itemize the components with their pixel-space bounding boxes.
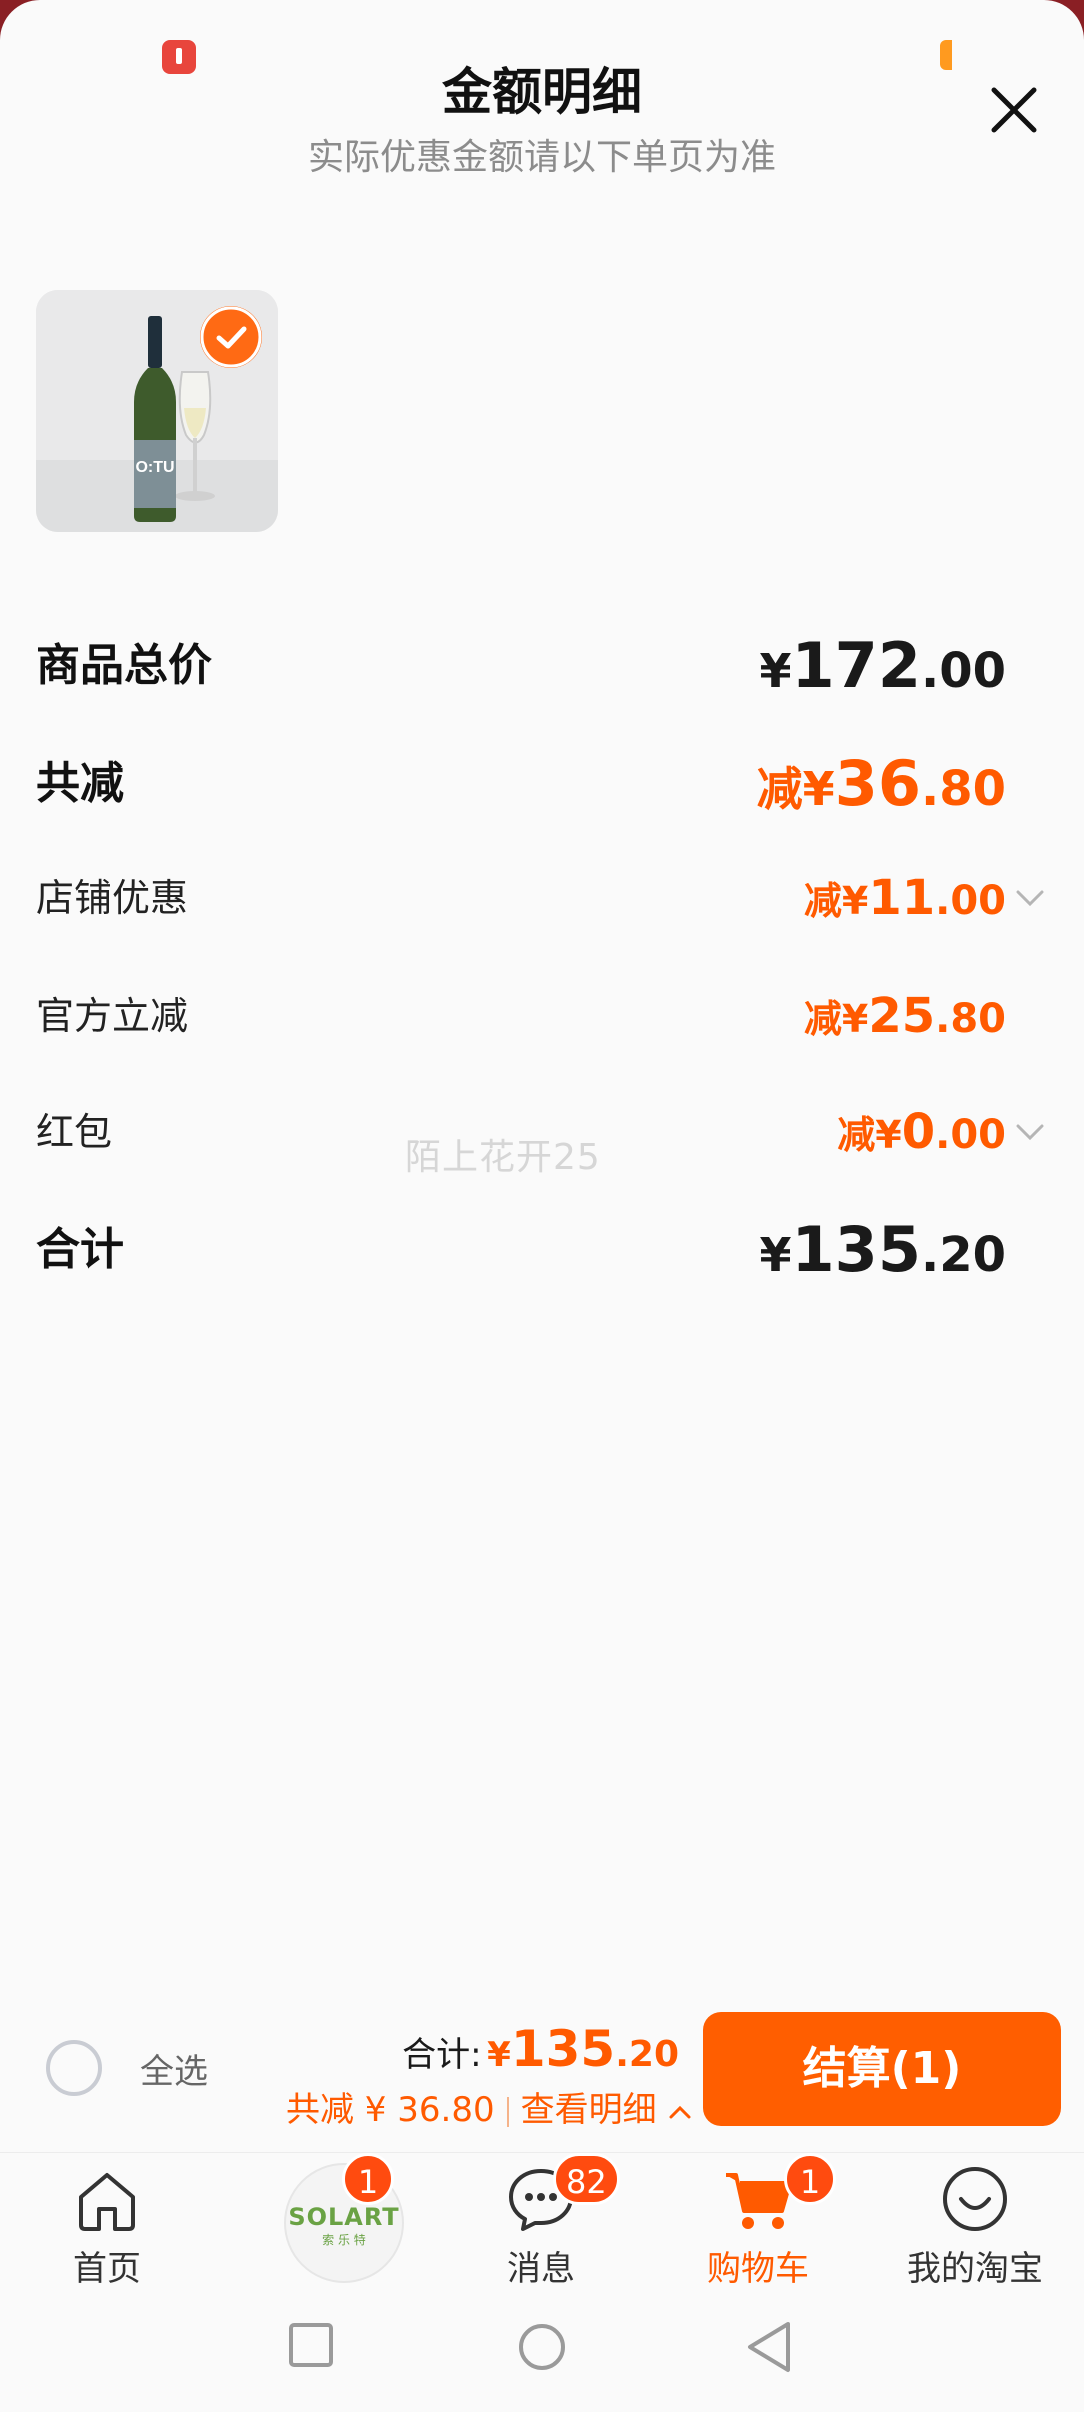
total-price-amount: ¥172.00 bbox=[759, 629, 1006, 702]
close-icon[interactable] bbox=[986, 82, 1042, 138]
total-price-label: 商品总价 bbox=[36, 640, 212, 691]
solart-logo-text: SOLART bbox=[288, 2203, 400, 2231]
select-all-radio[interactable] bbox=[46, 2040, 102, 2096]
total-discount-amount: 减¥36.80 bbox=[756, 747, 1006, 820]
tab-cart[interactable]: 1 购物车 bbox=[658, 2153, 858, 2293]
sum-amount: ¥135.20 bbox=[759, 1213, 1006, 1286]
bar-saving[interactable]: 共减 ¥ 36.80 查看明细 bbox=[286, 2082, 693, 2131]
cart-badge: 1 bbox=[784, 2153, 836, 2205]
total-discount-label: 共减 bbox=[36, 758, 124, 809]
tab-cart-label: 购物车 bbox=[707, 2249, 809, 2289]
bar-saving-text: 共减 ¥ 36.80 bbox=[286, 2090, 495, 2130]
store-discount-label: 店铺优惠 bbox=[36, 876, 189, 920]
red-packet-label: 红包 bbox=[36, 1110, 113, 1154]
official-discount-label: 官方立减 bbox=[36, 994, 189, 1038]
tab-home-label: 首页 bbox=[73, 2249, 141, 2289]
checkout-button[interactable]: 结算(1) bbox=[703, 2012, 1061, 2126]
sheet-subtitle: 实际优惠金额请以下单页为准 bbox=[307, 137, 776, 178]
amount-detail-sheet: 金额明细 实际优惠金额请以下单页为准 O:TU 商品总价 ¥172.00 共减 bbox=[0, 0, 1084, 2412]
smile-face-icon bbox=[943, 2167, 1007, 2231]
tab-my-taobao-label: 我的淘宝 bbox=[907, 2249, 1043, 2289]
bar-total-label: 合计: bbox=[402, 2035, 482, 2075]
sum-label: 合计 bbox=[36, 1224, 124, 1275]
official-discount-amount: 减¥25.80 bbox=[803, 988, 1006, 1044]
red-packet-amount: 减¥0.00 bbox=[837, 1104, 1006, 1160]
tab-bar: 首页 SOLART 索 乐 特 1 82 消息 1 购物车 我的淘宝 bbox=[0, 2152, 1084, 2293]
chevron-up-icon[interactable] bbox=[667, 2101, 693, 2123]
chevron-down-icon[interactable] bbox=[1012, 1114, 1048, 1150]
view-detail-link[interactable]: 查看明细 bbox=[521, 2090, 657, 2130]
tab-my-taobao[interactable]: 我的淘宝 bbox=[875, 2153, 1075, 2293]
bar-total: 合计: ¥135.20 bbox=[402, 2020, 679, 2078]
bottle-label: O:TU bbox=[135, 459, 174, 476]
tab-solart[interactable]: SOLART 索 乐 特 1 bbox=[224, 2153, 424, 2293]
solart-badge: 1 bbox=[342, 2153, 394, 2205]
recent-apps-icon[interactable] bbox=[288, 2322, 334, 2368]
row-store-discount[interactable]: 店铺优惠 减¥11.00 bbox=[36, 858, 1048, 938]
back-icon[interactable] bbox=[744, 2320, 794, 2374]
tab-messages-label: 消息 bbox=[507, 2249, 575, 2289]
solart-logo-sub: 索 乐 特 bbox=[322, 2233, 366, 2247]
select-all-label[interactable]: 全选 bbox=[140, 2044, 208, 2093]
cart-icon bbox=[726, 2173, 792, 2229]
tab-home[interactable]: 首页 bbox=[7, 2153, 207, 2293]
home-circle-icon[interactable] bbox=[517, 2322, 567, 2372]
system-nav-bar bbox=[0, 2292, 1084, 2412]
row-official-discount: 官方立减 减¥25.80 bbox=[36, 976, 1048, 1056]
watermark: 陌上花开25 bbox=[405, 1137, 601, 1178]
row-sum: 合计 ¥135.20 bbox=[36, 1210, 1048, 1290]
selected-check-icon[interactable] bbox=[200, 306, 262, 368]
sheet-title: 金额明细 bbox=[442, 63, 642, 121]
row-total-discount: 共减 减¥36.80 bbox=[36, 744, 1048, 824]
tab-messages[interactable]: 82 消息 bbox=[441, 2153, 641, 2293]
home-icon bbox=[79, 2173, 135, 2231]
messages-badge: 82 bbox=[553, 2153, 620, 2205]
store-discount-amount: 减¥11.00 bbox=[803, 870, 1006, 926]
chevron-down-icon[interactable] bbox=[1012, 880, 1048, 916]
row-total-price: 商品总价 ¥172.00 bbox=[36, 626, 1048, 706]
